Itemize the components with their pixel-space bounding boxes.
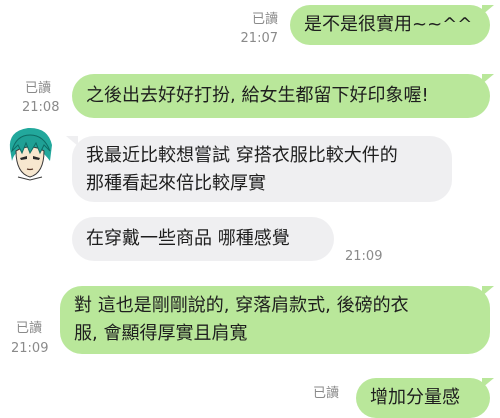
- message-text-line: 服, 會顯得厚實且肩寬: [74, 323, 248, 344]
- read-receipt: 已讀: [16, 321, 43, 336]
- message-text: 之後出去好好打扮, 給女生都留下好印象喔!: [86, 85, 429, 106]
- bubble-tail: [482, 74, 494, 84]
- message-text-line: 那種看起來倍比較厚實: [86, 173, 266, 194]
- outgoing-message[interactable]: 增加分量感: [356, 378, 490, 418]
- outgoing-message[interactable]: 是不是很實用~~^^: [290, 5, 490, 45]
- incoming-message[interactable]: 我最近比較想嘗試 穿搭衣服比較大件的 那種看起來倍比較厚實: [72, 136, 452, 202]
- message-text: 在穿戴一些商品 哪種感覺: [86, 228, 290, 249]
- outgoing-message[interactable]: 之後出去好好打扮, 給女生都留下好印象喔!: [72, 74, 490, 118]
- timestamp: 21:08: [22, 100, 60, 115]
- timestamp: 21:07: [240, 31, 278, 46]
- bubble-tail: [482, 286, 494, 296]
- timestamp: 21:09: [11, 341, 49, 356]
- message-text-line: 我最近比較想嘗試 穿搭衣服比較大件的: [86, 145, 398, 166]
- timestamp: 21:09: [345, 249, 383, 264]
- outgoing-message[interactable]: 對 這也是剛剛說的, 穿落肩款式, 後磅的衣 服, 會顯得厚實且肩寬: [60, 286, 490, 354]
- message-text-line: 對 這也是剛剛說的, 穿落肩款式, 後磅的衣: [74, 295, 409, 316]
- message-text: 是不是很實用~~^^: [304, 14, 473, 35]
- message-text: 增加分量感: [370, 387, 460, 408]
- anime-avatar-icon[interactable]: [4, 125, 56, 181]
- bubble-tail: [482, 378, 494, 388]
- read-receipt: 已讀: [25, 81, 52, 96]
- incoming-message[interactable]: 在穿戴一些商品 哪種感覺: [72, 217, 334, 261]
- read-receipt: 已讀: [251, 12, 278, 27]
- bubble-tail: [482, 5, 494, 15]
